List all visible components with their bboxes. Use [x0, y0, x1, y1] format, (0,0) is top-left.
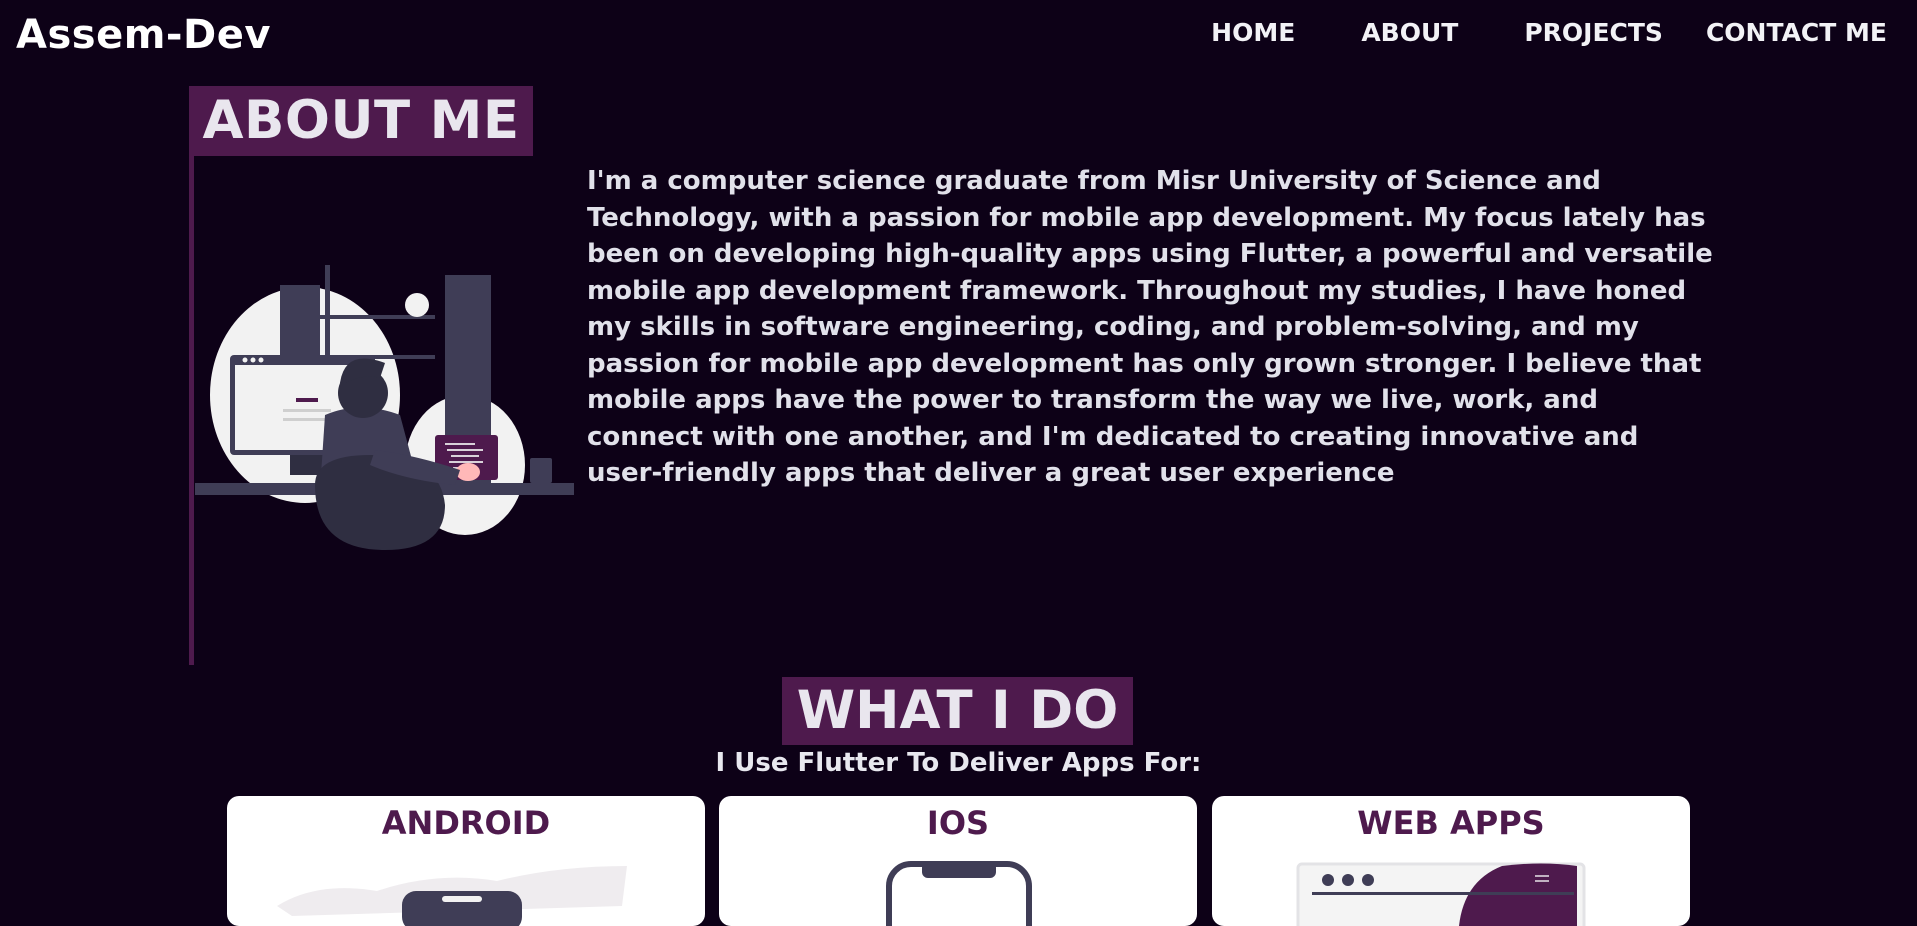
card-title-ios: IOS — [926, 804, 990, 842]
main-nav: HOME ABOUT PROJECTS CONTACT ME — [1211, 18, 1887, 47]
nav-projects[interactable]: PROJECTS — [1524, 18, 1663, 47]
card-android[interactable]: ANDROID — [227, 796, 705, 926]
about-heading: ABOUT ME — [189, 86, 533, 156]
nav-about[interactable]: ABOUT — [1361, 18, 1458, 47]
what-i-do-heading: WHAT I DO — [782, 677, 1133, 745]
card-web-apps[interactable]: WEB APPS — [1212, 796, 1690, 926]
card-title-web-apps: WEB APPS — [1357, 804, 1545, 842]
site-logo[interactable]: Assem-Dev — [16, 12, 271, 58]
about-paragraph: I'm a computer science graduate from Mis… — [587, 166, 1713, 488]
what-i-do-subtitle: I Use Flutter To Deliver Apps For: — [715, 748, 1202, 778]
card-title-android: ANDROID — [381, 804, 551, 842]
about-divider — [189, 154, 194, 665]
nav-contact-me[interactable]: CONTACT ME — [1706, 18, 1887, 47]
nav-home[interactable]: HOME — [1211, 18, 1295, 47]
card-ios[interactable]: IOS — [719, 796, 1197, 926]
developer-at-desk-illustration — [195, 265, 574, 550]
